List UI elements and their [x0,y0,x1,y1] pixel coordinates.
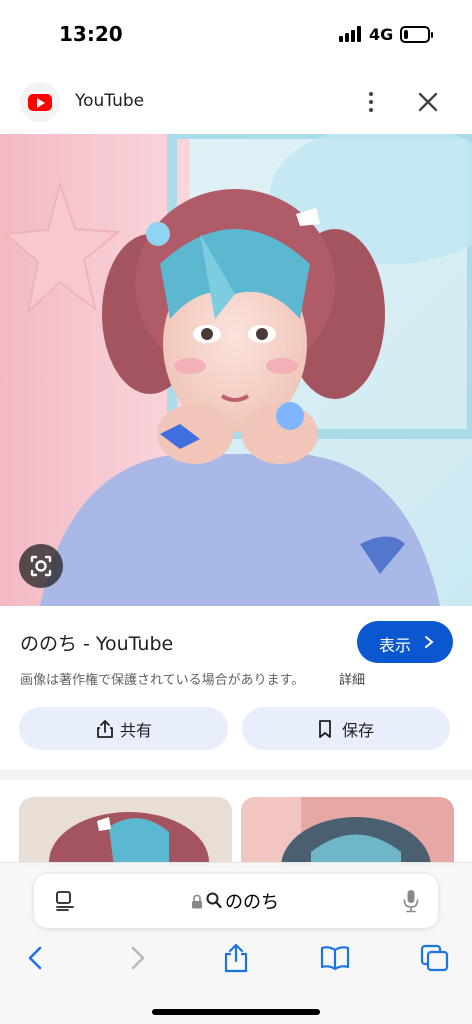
save-label: 保存 [342,721,375,740]
youtube-logo[interactable] [20,82,60,122]
share-icon [97,720,113,738]
mic-icon[interactable] [403,889,419,913]
related-image-2[interactable] [241,797,454,867]
google-lens-icon[interactable] [19,544,63,588]
address-text[interactable]: ののち [225,888,279,914]
browser-toolbar: ののち [0,862,472,1024]
site-name[interactable]: YouTube [75,91,144,111]
related-image-2-illustration [241,797,454,867]
result-image[interactable] [0,134,472,606]
back-icon[interactable] [22,943,52,973]
bookmarks-icon[interactable] [320,943,350,973]
battery-icon [400,26,433,43]
battery-level [404,30,408,39]
share-icon[interactable] [221,943,251,973]
status-bar: 13:20 4G [0,0,472,70]
visit-button[interactable]: 表示 [357,621,453,663]
source-header: YouTube [0,70,472,134]
lock-icon [192,894,202,909]
visit-label: 表示 [379,636,412,655]
photo-illustration [0,134,472,606]
tabs-icon[interactable] [420,943,450,973]
section-divider [0,770,472,780]
details-link[interactable]: 詳細 [339,669,365,688]
search-icon [206,892,222,909]
cellular-signal-icon [339,26,363,42]
address-bar[interactable]: ののち [34,874,438,928]
home-indicator[interactable] [152,1009,320,1015]
related-image-1[interactable] [19,797,232,867]
bookmark-icon [319,720,331,738]
more-vertical-icon[interactable] [360,88,382,116]
result-title[interactable]: ののち - YouTube [20,629,173,656]
forward-icon[interactable] [122,943,152,973]
close-icon[interactable] [414,88,442,116]
network-type: 4G [369,25,394,44]
share-button[interactable]: 共有 [19,707,228,750]
share-label: 共有 [120,721,153,740]
copyright-note: 画像は著作権で保護されている場合があります。 [20,673,305,688]
chevron-right-icon [425,636,434,648]
save-button[interactable]: 保存 [242,707,450,750]
reader-icon[interactable] [54,890,76,912]
status-time: 13:20 [59,22,123,46]
related-image-1-illustration [19,797,232,867]
